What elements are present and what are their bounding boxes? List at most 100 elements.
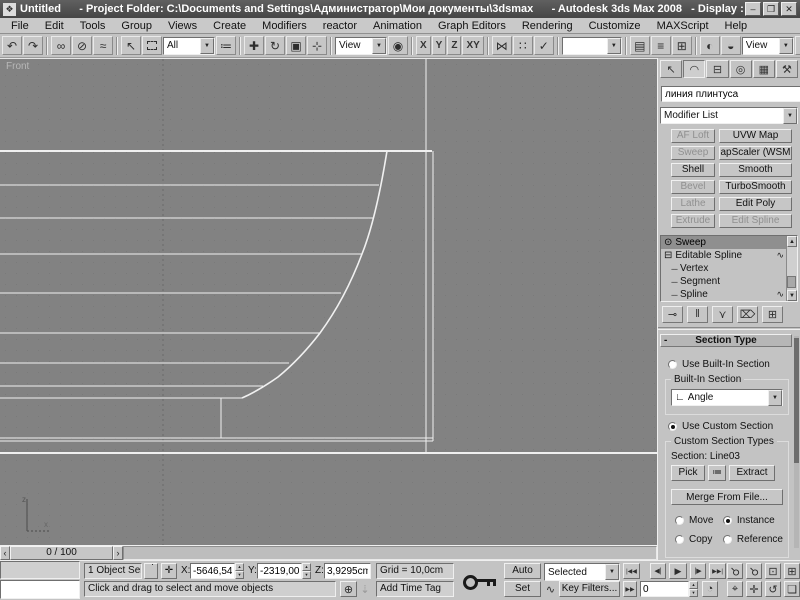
chevron-down-icon[interactable]: ▼ bbox=[779, 38, 793, 54]
radio-icon[interactable] bbox=[675, 516, 684, 525]
collapse-icon[interactable]: - bbox=[664, 335, 667, 346]
modifier-button-mapscaler[interactable]: apScaler (WSM bbox=[719, 146, 792, 160]
restrict-x-button[interactable]: X bbox=[416, 36, 431, 55]
reference-coordinate-dropdown[interactable]: View ▼ bbox=[335, 37, 387, 55]
next-frame-icon[interactable]: |▶ bbox=[690, 563, 706, 579]
show-end-result-icon[interactable]: ‖ bbox=[687, 306, 708, 323]
chevron-down-icon[interactable]: ▼ bbox=[200, 38, 214, 54]
extract-button[interactable]: Extract bbox=[729, 465, 775, 481]
named-selection-sets-dropdown[interactable]: ▼ bbox=[562, 37, 622, 55]
object-name-field[interactable] bbox=[661, 86, 800, 102]
auto-key-button[interactable]: Auto Key bbox=[504, 563, 541, 579]
maxscript-mini-listener-top[interactable] bbox=[0, 561, 80, 579]
minimize-button[interactable]: – bbox=[745, 2, 761, 16]
stack-row-editable-spline[interactable]: ⊟ Editable Spline ∿ bbox=[661, 249, 797, 262]
select-and-link-icon[interactable]: ∞ bbox=[51, 36, 71, 55]
mirror-icon[interactable]: ⋈ bbox=[492, 36, 512, 55]
menu-help[interactable]: Help bbox=[717, 20, 756, 32]
modifier-button-shell[interactable]: Shell bbox=[671, 163, 715, 177]
go-to-start-icon[interactable]: |◀◀ bbox=[623, 563, 640, 579]
redo-icon[interactable]: ↷ bbox=[23, 36, 43, 55]
menu-animation[interactable]: Animation bbox=[365, 20, 430, 32]
time-configuration-icon[interactable]: ◔ bbox=[702, 581, 718, 597]
zoom-extents-icon[interactable]: ⊡ bbox=[765, 563, 781, 579]
key-filters-button[interactable]: Key Filters... bbox=[559, 581, 620, 597]
modifier-button-smooth[interactable]: Smooth bbox=[719, 163, 792, 177]
radio-icon[interactable] bbox=[668, 422, 677, 431]
select-by-name-icon[interactable]: ≔ bbox=[216, 36, 236, 55]
frame-spinner[interactable]: ▲▼ bbox=[689, 581, 698, 597]
x-spinner[interactable]: ▲▼ bbox=[235, 563, 244, 579]
menu-customize[interactable]: Customize bbox=[581, 20, 649, 32]
zoom-extents-all-icon[interactable]: ⊞ bbox=[784, 563, 800, 579]
lightbulb-icon[interactable]: ⊙ bbox=[664, 237, 672, 248]
menu-group[interactable]: Group bbox=[113, 20, 160, 32]
go-to-end-icon[interactable]: ▶▶| bbox=[709, 563, 726, 579]
menu-graph-editors[interactable]: Graph Editors bbox=[430, 20, 514, 32]
key-mode-toggle-icon[interactable]: ▶▶ bbox=[623, 581, 637, 597]
select-object-icon[interactable]: ↖ bbox=[121, 36, 141, 55]
select-and-scale-icon[interactable]: ▣ bbox=[286, 36, 306, 55]
menu-modifiers[interactable]: Modifiers bbox=[254, 20, 315, 32]
render-last-icon[interactable]: ↺ bbox=[795, 36, 800, 55]
panel-scroll-thumb[interactable] bbox=[794, 338, 799, 463]
menu-rendering[interactable]: Rendering bbox=[514, 20, 581, 32]
radio-icon[interactable] bbox=[668, 360, 677, 369]
use-built-in-section-radio[interactable]: Use Built-In Section bbox=[668, 359, 790, 370]
pan-icon[interactable]: ✛ bbox=[746, 581, 762, 597]
schematic-view-icon[interactable]: ⊞ bbox=[672, 36, 692, 55]
scroll-thumb[interactable] bbox=[787, 276, 796, 288]
chevron-down-icon[interactable]: ▼ bbox=[768, 390, 782, 406]
y-spinner[interactable]: ▲▼ bbox=[302, 563, 311, 579]
remove-modifier-icon[interactable]: ⌦ bbox=[737, 306, 758, 323]
select-and-rotate-icon[interactable]: ↻ bbox=[265, 36, 285, 55]
menu-views[interactable]: Views bbox=[160, 20, 205, 32]
select-and-manipulate-icon[interactable]: ⊹ bbox=[307, 36, 327, 55]
copy-radio[interactable]: Copy bbox=[675, 534, 719, 545]
time-prev-arrow[interactable]: ‹ bbox=[0, 546, 10, 560]
pick-button[interactable]: Pick bbox=[671, 465, 705, 481]
use-pivot-center-icon[interactable]: ◉ bbox=[388, 36, 408, 55]
rectangular-selection-icon[interactable] bbox=[142, 36, 162, 55]
scroll-down-icon[interactable]: ▼ bbox=[787, 290, 797, 301]
move-radio[interactable]: Move bbox=[675, 515, 719, 526]
stack-scrollbar[interactable]: ▲ ▼ bbox=[786, 236, 797, 301]
tab-modify-icon[interactable]: ◠ bbox=[683, 60, 705, 78]
track-bar[interactable] bbox=[123, 546, 657, 560]
tab-hierarchy-icon[interactable]: ⊟ bbox=[706, 60, 728, 78]
zoom-all-icon[interactable]: ⚲ bbox=[746, 563, 762, 579]
default-tangent-icon[interactable]: ∿ bbox=[544, 581, 557, 597]
radio-icon[interactable] bbox=[723, 516, 732, 525]
pin-stack-icon[interactable]: ⊸ bbox=[662, 306, 683, 323]
maxscript-mini-listener-bottom[interactable] bbox=[0, 580, 80, 599]
select-and-move-icon[interactable]: ✚ bbox=[244, 36, 264, 55]
chevron-down-icon[interactable]: ▼ bbox=[783, 108, 797, 124]
menu-reactor[interactable]: reactor bbox=[315, 20, 365, 32]
pick-by-name-icon[interactable]: ≔ bbox=[708, 465, 726, 481]
unlink-selection-icon[interactable]: ⊘ bbox=[72, 36, 92, 55]
tab-create-icon[interactable]: ↖ bbox=[660, 60, 682, 78]
time-slider-handle[interactable]: 0 / 100 bbox=[10, 546, 113, 560]
time-next-arrow[interactable]: › bbox=[113, 546, 123, 560]
restore-button[interactable]: ❐ bbox=[763, 2, 779, 16]
merge-from-file-button[interactable]: Merge From File... bbox=[671, 489, 783, 505]
x-coordinate-field[interactable] bbox=[190, 563, 235, 579]
arc-rotate-icon[interactable]: ↺ bbox=[765, 581, 781, 597]
close-button[interactable]: ✕ bbox=[781, 2, 797, 16]
restrict-xy-button[interactable]: XY bbox=[462, 36, 483, 55]
communicator-globe-icon[interactable]: ⊕ bbox=[340, 581, 357, 597]
add-time-tag[interactable]: Add Time Tag bbox=[376, 581, 454, 597]
play-animation-icon[interactable]: ▶ bbox=[669, 563, 687, 579]
modifier-button-uvw-map[interactable]: UVW Map bbox=[719, 129, 792, 143]
stack-row-sweep[interactable]: ⊙ Sweep bbox=[661, 236, 797, 249]
instance-radio[interactable]: Instance bbox=[723, 515, 783, 526]
tab-motion-icon[interactable]: ◎ bbox=[730, 60, 752, 78]
modifier-button-turbosmooth[interactable]: TurboSmooth bbox=[719, 180, 792, 194]
menu-edit[interactable]: Edit bbox=[37, 20, 72, 32]
render-type-dropdown[interactable]: View ▼ bbox=[742, 37, 794, 55]
material-editor-icon[interactable]: ◐ bbox=[700, 36, 720, 55]
viewport-label[interactable]: Front bbox=[6, 61, 29, 72]
reference-radio[interactable]: Reference bbox=[723, 534, 783, 545]
chevron-down-icon[interactable]: ▼ bbox=[607, 38, 621, 54]
built-in-section-dropdown[interactable]: ∟ Angle ▼ bbox=[671, 389, 783, 406]
